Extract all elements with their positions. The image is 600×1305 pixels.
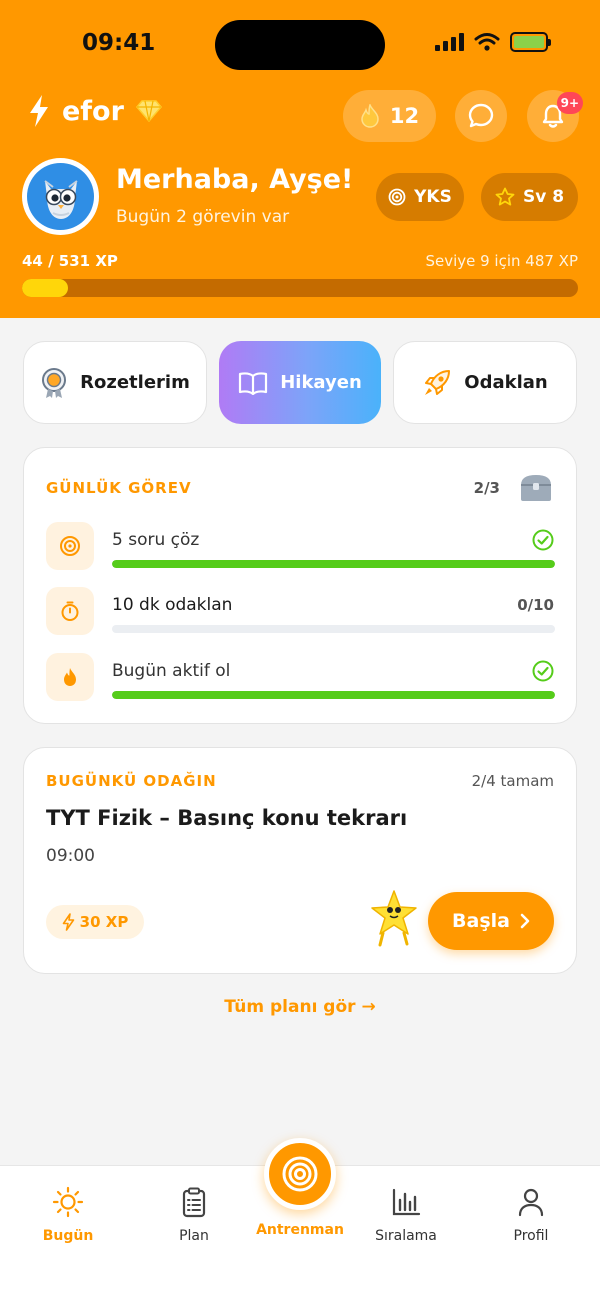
sun-icon	[52, 1186, 84, 1218]
focus-button[interactable]: Odaklan	[393, 341, 577, 424]
chat-button[interactable]	[455, 90, 507, 142]
bottom-navigation: Bugün Plan Antrenman Sıralama Profil	[0, 1138, 600, 1305]
badges-button[interactable]: Rozetlerim	[23, 341, 207, 424]
start-button[interactable]: Başla	[428, 892, 554, 950]
focus-card-title: BUGÜNKÜ ODAĞIN	[46, 772, 217, 790]
task-label: 10 dk odaklan	[112, 595, 233, 615]
see-full-plan-link[interactable]: Tüm planı gör →	[0, 997, 600, 1017]
flame-icon	[361, 104, 379, 128]
today-focus-card: BUGÜNKÜ ODAĞIN 2/4 tamam TYT Fizik – Bas…	[23, 747, 577, 974]
task-progress-fill	[112, 691, 555, 699]
signal-icon	[435, 33, 464, 51]
person-icon	[518, 1188, 544, 1217]
greeting-title: Merhaba, Ayşe!	[116, 164, 354, 195]
greeting-subtitle: Bugün 2 görevin var	[116, 207, 290, 227]
xp-progress-bar	[22, 279, 578, 297]
training-fab-button[interactable]	[264, 1138, 336, 1210]
task-progress-count: 0/10	[517, 596, 554, 614]
xp-reward-label: 30 XP	[79, 913, 129, 931]
battery-icon	[510, 32, 551, 52]
task-progress-fill	[112, 560, 555, 568]
app-header: 09:41 efor 12 9+ Merhaba, Ayşe! Bugün 2 …	[0, 0, 600, 318]
wifi-icon	[474, 33, 500, 51]
book-icon	[239, 371, 268, 395]
chest-icon	[521, 475, 551, 501]
nav-item-today[interactable]: Bugün	[13, 1186, 123, 1244]
nav-label-training: Antrenman	[256, 1222, 344, 1238]
lightning-icon	[62, 913, 74, 931]
chevron-right-icon	[520, 913, 530, 929]
nav-item-training[interactable]: Antrenman	[245, 1222, 355, 1238]
task-icon-box	[46, 653, 94, 701]
target-icon	[60, 536, 80, 556]
brand-logo: efor	[28, 95, 162, 127]
nav-label-profile: Profil	[513, 1228, 549, 1244]
streak-count: 12	[389, 104, 420, 128]
dynamic-island	[215, 20, 385, 70]
xp-progress-text: 44 / 531 XP	[22, 252, 118, 270]
nav-item-ranking[interactable]: Sıralama	[351, 1186, 461, 1244]
status-icons	[435, 32, 551, 52]
level-chip-label: Sv 8	[522, 187, 565, 207]
xp-reward-chip: 30 XP	[46, 905, 144, 939]
focus-time: 09:00	[46, 846, 95, 866]
target-icon	[388, 188, 406, 206]
badges-button-label: Rozetlerim	[80, 372, 190, 393]
check-circle-icon	[532, 529, 554, 551]
chat-bubble-icon	[468, 103, 494, 128]
story-button[interactable]: Hikayen	[219, 341, 381, 424]
task-label: Bugün aktif ol	[112, 661, 231, 681]
brand-name: efor	[62, 95, 124, 127]
level-chip[interactable]: Sv 8	[481, 173, 578, 221]
nav-item-profile[interactable]: Profil	[476, 1186, 586, 1244]
nav-label-ranking: Sıralama	[375, 1228, 437, 1244]
story-button-label: Hikayen	[280, 372, 362, 393]
task-icon-box	[46, 587, 94, 635]
start-button-label: Başla	[452, 910, 510, 932]
avatar[interactable]	[22, 158, 99, 235]
notifications-button[interactable]: 9+	[527, 90, 583, 142]
nav-item-plan[interactable]: Plan	[139, 1186, 249, 1244]
task-progress-bar	[112, 625, 555, 633]
xp-next-level-text: Seviye 9 için 487 XP	[425, 252, 578, 270]
bar-chart-icon	[392, 1188, 421, 1216]
check-circle-icon	[532, 660, 554, 682]
status-time: 09:41	[82, 30, 156, 56]
daily-tasks-title: GÜNLÜK GÖREV	[46, 479, 192, 497]
timer-icon	[61, 601, 79, 621]
daily-tasks-count: 2/3	[473, 479, 500, 497]
rocket-icon	[425, 369, 451, 395]
task-label: 5 soru çöz	[112, 530, 200, 550]
star-icon	[495, 187, 515, 206]
nav-label-plan: Plan	[179, 1228, 209, 1244]
focus-subject: TYT Fizik – Basınç konu tekrarı	[46, 806, 408, 830]
nav-label-today: Bugün	[42, 1228, 94, 1244]
task-progress-bar	[112, 560, 555, 568]
owl-avatar-icon	[43, 179, 78, 219]
task-progress-bar	[112, 691, 555, 699]
task-icon-box	[46, 522, 94, 570]
star-mascot-icon	[371, 890, 417, 947]
notification-badge: 9+	[556, 92, 583, 114]
xp-progress-fill	[22, 279, 69, 297]
flame-icon	[64, 668, 76, 686]
focus-status: 2/4 tamam	[471, 772, 554, 790]
target-icon	[282, 1156, 318, 1192]
focus-button-label: Odaklan	[464, 372, 548, 393]
exam-chip[interactable]: YKS	[376, 173, 464, 221]
exam-chip-label: YKS	[414, 187, 452, 207]
clipboard-icon	[182, 1187, 206, 1218]
daily-tasks-card: GÜNLÜK GÖREV 2/3 5 soru çöz 10 dk odakla…	[23, 447, 577, 724]
lightning-icon	[30, 95, 48, 127]
streak-button[interactable]: 12	[343, 90, 436, 142]
medal-icon	[42, 367, 67, 398]
diamond-icon	[135, 100, 162, 122]
